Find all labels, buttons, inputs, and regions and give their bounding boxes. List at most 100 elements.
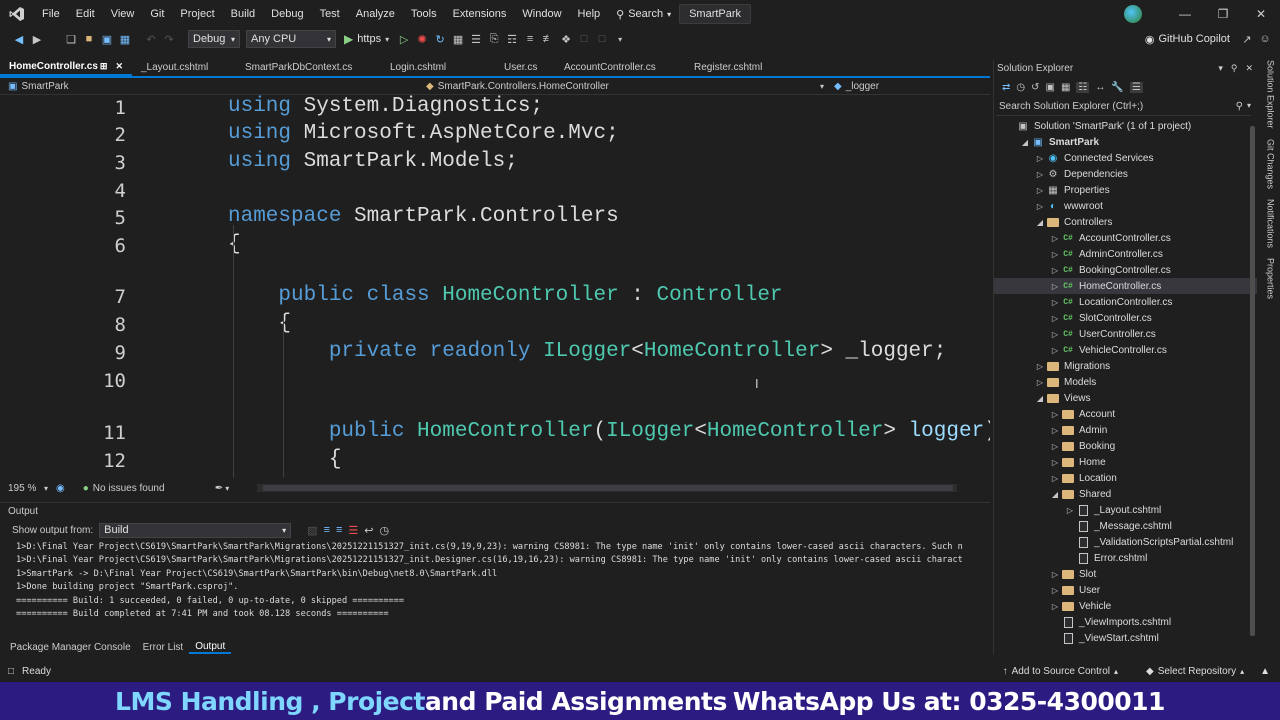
expanded-arrow-icon[interactable]: ◢ [1019,138,1031,147]
collapsed-arrow-icon[interactable]: ▷ [1049,266,1061,275]
side-rail-notifications[interactable]: Notifications [1262,199,1276,248]
platform-select[interactable]: Any CPU ▾ [246,30,336,48]
collapsed-arrow-icon[interactable]: ▷ [1049,314,1061,323]
pin-icon[interactable]: ⚲ [1231,63,1238,74]
close-icon[interactable]: ✕ [1242,0,1280,28]
class-dropdown[interactable]: ◆ SmartPark.Controllers.HomeController ▾ [420,78,830,95]
collapsed-arrow-icon[interactable]: ▷ [1049,602,1061,611]
restore-icon[interactable]: ❐ [1204,0,1242,28]
redo-icon[interactable]: ↷ [160,30,178,48]
collapsed-arrow-icon[interactable]: ▷ [1034,186,1046,195]
collapsed-arrow-icon[interactable]: ▷ [1049,330,1061,339]
search-button[interactable]: ⚲ Search ▾ [608,8,679,21]
collapsed-arrow-icon[interactable]: ▷ [1034,202,1046,211]
toolbar-tool-icon[interactable]: □ [575,30,593,48]
menu-file[interactable]: File [34,0,68,28]
menu-git[interactable]: Git [142,0,172,28]
clock-icon[interactable]: ◷ [380,524,390,537]
tree-item[interactable]: _ViewStart.cshtml [994,630,1257,646]
tree-item[interactable]: ▷ ◐ wwwroot [994,198,1257,214]
back-icon[interactable]: ◀ [10,30,28,48]
collapsed-arrow-icon[interactable]: ▷ [1049,410,1061,419]
collapsed-arrow-icon[interactable]: ▷ [1034,378,1046,387]
select-repository-button[interactable]: ◆ Select Repository ▴ [1146,666,1244,677]
tree-item[interactable]: ▷ Location [994,470,1257,486]
menu-debug[interactable]: Debug [263,0,311,28]
tree-item[interactable]: ▷ Models [994,374,1257,390]
minimize-icon[interactable]: — [1166,0,1204,28]
share-icon[interactable]: ↗ [1238,30,1256,48]
preview-icon[interactable]: ↔ [1095,82,1105,93]
pin-icon[interactable]: ⊞ [100,61,108,72]
code-line[interactable]: { [228,233,241,256]
toolbar-tool-icon[interactable]: ☶ [503,30,521,48]
issues-status[interactable]: No issues found [93,483,211,494]
tree-item[interactable]: _ViewImports.cshtml [994,614,1257,630]
properties-wrench-icon[interactable]: 🔧 [1111,82,1123,93]
pending-icon[interactable]: ☰ [1129,81,1143,93]
code-line[interactable]: public class HomeController : Controller [228,284,782,307]
code-line[interactable]: { [228,312,291,335]
code-line[interactable]: public HomeController(ILogger<HomeContro… [228,420,990,443]
tree-item[interactable]: ▷ ◉ Connected Services [994,150,1257,166]
clear-all-icon[interactable]: ☰ [348,524,358,537]
menu-project[interactable]: Project [172,0,222,28]
chevron-down-icon[interactable]: ▾ [1218,63,1223,74]
tab-homecontroller-cs[interactable]: HomeController.cs ⊞ ✕ [0,58,132,76]
side-rail-properties[interactable]: Properties [1262,258,1276,299]
tree-item[interactable]: ▣ Solution 'SmartPark' (1 of 1 project) [994,118,1257,134]
save-icon[interactable]: ▣ [98,30,116,48]
tab-accountcontroller-cs[interactable]: AccountController.cs [555,58,685,76]
toolbar-overflow-icon[interactable]: ▾ [611,30,629,48]
member-dropdown[interactable]: ◆ _logger [830,78,990,95]
code-line[interactable]: private readonly ILogger<HomeController>… [228,340,947,363]
tree-item[interactable]: Error.cshtml [994,550,1257,566]
collapsed-arrow-icon[interactable]: ▷ [1034,170,1046,179]
tree-item[interactable]: ▷ _Layout.cshtml [994,502,1257,518]
tree-item[interactable]: ▷ Home [994,454,1257,470]
collapsed-arrow-icon[interactable]: ▷ [1049,426,1061,435]
menu-tools[interactable]: Tools [403,0,445,28]
expanded-arrow-icon[interactable]: ◢ [1034,394,1046,403]
tree-item[interactable]: ◢ ▣ SmartPark [994,134,1257,150]
refresh-icon[interactable]: ↻ [431,30,449,48]
tree-item[interactable]: ▷ C# LocationController.cs [994,294,1257,310]
tree-item[interactable]: ◢ Views [994,390,1257,406]
menu-edit[interactable]: Edit [68,0,103,28]
code-line[interactable]: using SmartPark.Models; [228,150,518,173]
tree-item[interactable]: ◢ Controllers [994,214,1257,230]
code-line[interactable]: { [228,448,342,471]
toolbar-tool-icon[interactable]: ≢ [539,30,557,48]
side-rail-solution-explorer[interactable]: Solution Explorer [1262,60,1276,129]
save-all-icon[interactable]: ▦ [116,30,134,48]
tree-item[interactable]: ▷ C# AccountController.cs [994,230,1257,246]
start-debugging-button[interactable]: ▶ https ▾ [344,32,389,46]
close-icon[interactable]: ✕ [115,61,123,72]
history-icon[interactable]: ◷ [1016,82,1025,93]
bottom-tab-output[interactable]: Output [189,641,232,654]
collapse-all-icon[interactable]: ▣ [1046,82,1055,93]
collapsed-arrow-icon[interactable]: ▷ [1049,586,1061,595]
code-editor[interactable]: 1 using System.Diagnostics; 2 using Microso… [0,95,990,478]
tree-item[interactable]: _Message.cshtml [994,518,1257,534]
switch-views-icon[interactable]: ☷ [1076,81,1090,93]
expanded-arrow-icon[interactable]: ◢ [1049,490,1061,499]
account-avatar-icon[interactable] [1124,5,1142,23]
collapsed-arrow-icon[interactable]: ▷ [1064,506,1076,515]
tab-smartparkdbcontext-cs[interactable]: SmartParkDbContext.cs [236,58,381,76]
horizontal-scrollbar[interactable] [257,484,958,492]
go-to-next-icon[interactable]: ≡ [336,524,342,536]
output-source-select[interactable]: Build ▾ [99,522,292,538]
hot-reload-icon[interactable]: ✺ [413,30,431,48]
sync-icon[interactable]: ⇄ [1002,82,1010,93]
tab-layout-cshtml[interactable]: _Layout.cshtml [132,58,236,76]
toolbar-tool-icon[interactable]: ▦ [449,30,467,48]
menu-help[interactable]: Help [570,0,609,28]
bottom-tab-error-list[interactable]: Error List [137,642,190,653]
code-line[interactable]: using System.Diagnostics; [228,95,543,118]
zoom-level[interactable]: 195 % [0,483,40,494]
new-project-icon[interactable]: ❏ [62,30,80,48]
bottom-tab-package-manager-console[interactable]: Package Manager Console [0,642,137,653]
pending-changes-icon[interactable]: ↺ [1031,82,1039,93]
toolbar-tool-icon[interactable]: ☰ [467,30,485,48]
